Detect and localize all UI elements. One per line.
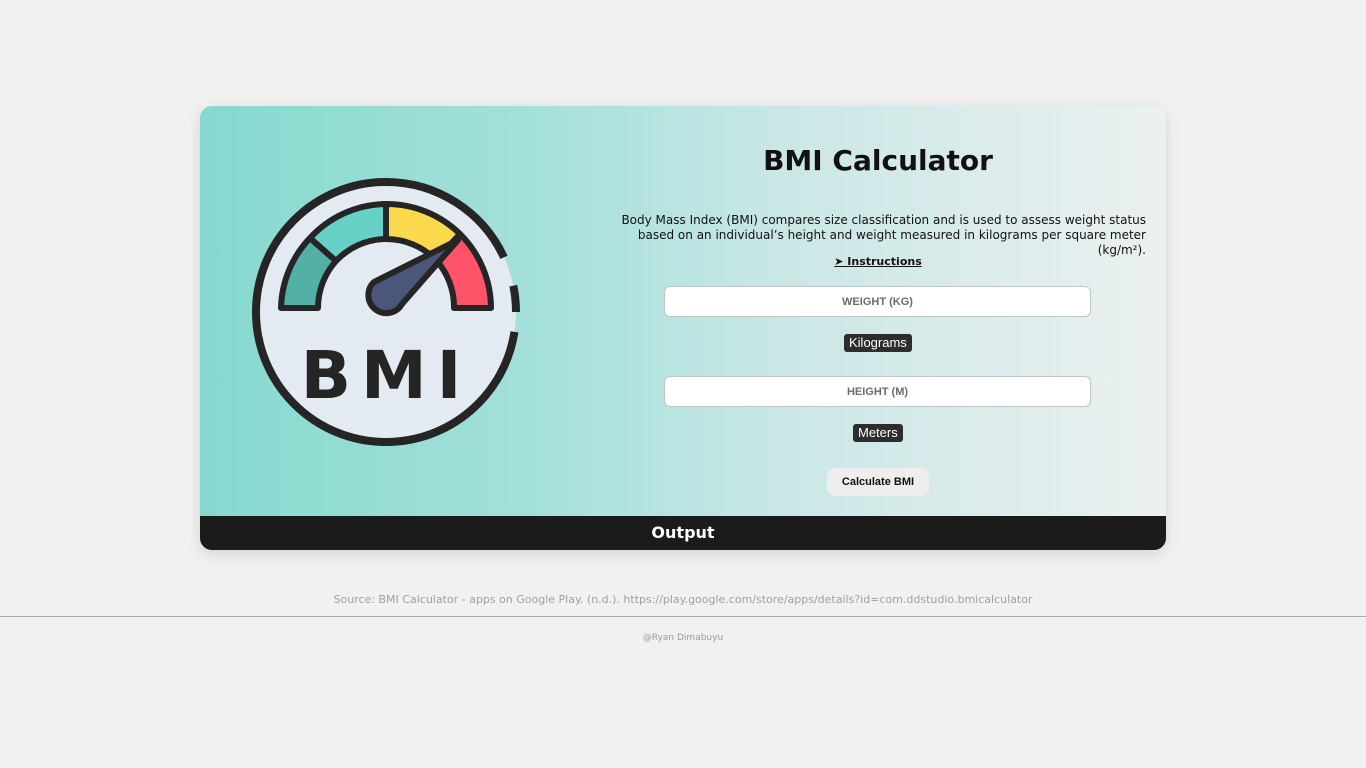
weight-unit-label: Kilograms bbox=[844, 334, 912, 352]
description-lead: Body Mass Index (BMI) bbox=[621, 213, 758, 227]
calculator-panel: BMI Calculator Body Mass Index (BMI) com… bbox=[610, 106, 1146, 516]
logo-text: BMI bbox=[301, 337, 472, 414]
source-citation: Source: BMI Calculator - apps on Google … bbox=[333, 593, 1033, 606]
bmi-gauge-icon: BMI bbox=[252, 178, 520, 446]
author-credit: @Ryan Dimabuyu bbox=[642, 633, 724, 643]
page-title: BMI Calculator bbox=[763, 144, 993, 177]
height-input[interactable] bbox=[664, 376, 1091, 407]
output-bar: Output bbox=[200, 516, 1166, 550]
weight-input[interactable] bbox=[664, 286, 1091, 317]
footer-divider bbox=[0, 616, 1366, 617]
height-unit-label: Meters bbox=[853, 424, 903, 442]
bmi-card: BMI BMI Calculator Body Mass Index (BMI)… bbox=[200, 106, 1166, 550]
bmi-description: Body Mass Index (BMI) compares size clas… bbox=[610, 213, 1146, 258]
bmi-gauge-logo: BMI bbox=[250, 176, 522, 448]
calculate-bmi-button[interactable]: Calculate BMI bbox=[827, 468, 929, 496]
instructions-link[interactable]: ➤ Instructions bbox=[610, 255, 1146, 268]
